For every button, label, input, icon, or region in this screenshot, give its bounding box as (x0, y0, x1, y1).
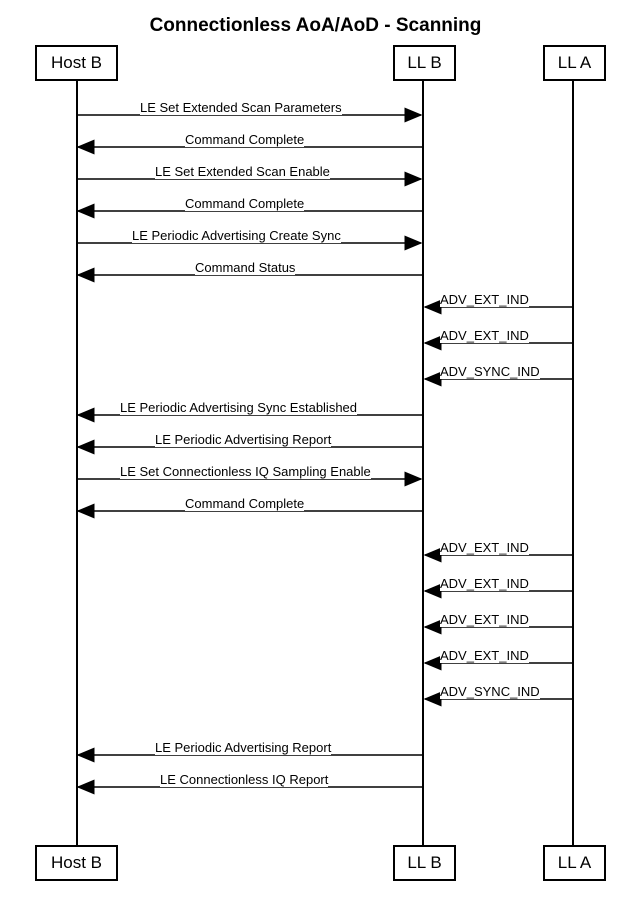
msg-label: LE Periodic Advertising Report (155, 432, 331, 447)
msg-label: ADV_EXT_IND (440, 576, 529, 591)
msg-label: ADV_EXT_IND (440, 540, 529, 555)
actor-ll-a-top: LL A (543, 45, 606, 81)
diagram-title: Connectionless AoA/AoD - Scanning (0, 0, 631, 45)
msg-label: ADV_SYNC_IND (440, 684, 540, 699)
msg-label: LE Set Extended Scan Enable (155, 164, 330, 179)
msg-label: Command Complete (185, 196, 304, 211)
sequence-diagram: Connectionless AoA/AoD - Scanning Host B… (0, 0, 631, 908)
msg-label: Command Status (195, 260, 295, 275)
msg-label: ADV_EXT_IND (440, 328, 529, 343)
actor-ll-b-top: LL B (393, 45, 456, 81)
actor-host-b-top: Host B (35, 45, 118, 81)
actor-ll-b-bottom: LL B (393, 845, 456, 881)
msg-label: ADV_EXT_IND (440, 648, 529, 663)
msg-label: LE Set Extended Scan Parameters (140, 100, 342, 115)
msg-label: Command Complete (185, 132, 304, 147)
msg-label: ADV_EXT_IND (440, 612, 529, 627)
msg-label: Command Complete (185, 496, 304, 511)
msg-label: LE Periodic Advertising Sync Established (120, 400, 357, 415)
actor-ll-a-bottom: LL A (543, 845, 606, 881)
actor-host-b-bottom: Host B (35, 845, 118, 881)
msg-label: LE Connectionless IQ Report (160, 772, 328, 787)
msg-label: LE Periodic Advertising Create Sync (132, 228, 341, 243)
diagram-body: Host B LL B LL A Host B LL B LL A (0, 45, 631, 885)
msg-label: LE Set Connectionless IQ Sampling Enable (120, 464, 371, 479)
msg-label: ADV_SYNC_IND (440, 364, 540, 379)
msg-label: ADV_EXT_IND (440, 292, 529, 307)
msg-label: LE Periodic Advertising Report (155, 740, 331, 755)
